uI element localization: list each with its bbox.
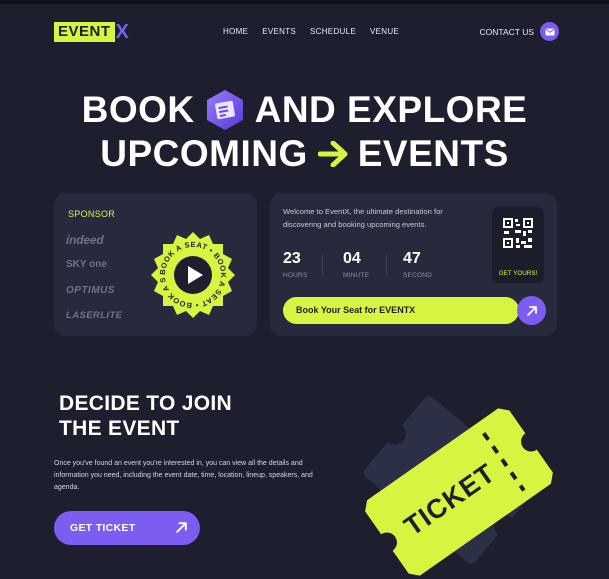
nav-venue[interactable]: VENUE	[370, 27, 399, 36]
seconds-label: SECOND	[403, 272, 433, 279]
decide-body: Once you've found an event you're intere…	[54, 460, 313, 491]
divider	[386, 255, 387, 277]
contact-us-label: CONTACT US	[479, 26, 534, 37]
hours-label: HOURS	[283, 272, 308, 279]
sponsor-logo-optimus: OPTIMUS	[66, 285, 116, 296]
top-strip	[0, 0, 609, 4]
decide-title: DECIDE TO JOIN THE EVENT	[59, 391, 232, 441]
contact-us-link[interactable]: CONTACT US	[480, 22, 559, 41]
nav-home[interactable]: HOME	[223, 27, 248, 36]
sponsor-logo-laserlite: LASERLITE	[66, 310, 123, 321]
sponsor-title: SPONSOR	[68, 209, 116, 219]
sponsor-logo-indeed: indeed	[66, 233, 104, 247]
qr-code-icon	[502, 217, 534, 249]
ticket-illustration: TICKET	[363, 396, 553, 576]
logo-event-text: EVENT	[54, 22, 115, 42]
hero-headline: BOOK AND EXPLORE UPCOMING EVENTS	[0, 88, 609, 176]
countdown-seconds: 47 SECOND	[403, 250, 432, 279]
get-ticket-label: GET TICKET	[70, 522, 136, 534]
seconds-value: 47	[403, 250, 421, 267]
sponsor-card: SPONSOR indeed SKY one OPTIMUS LASERLITE…	[54, 193, 257, 336]
minutes-value: 04	[343, 250, 361, 267]
logo[interactable]: EVENT X	[54, 22, 129, 42]
qr-code-panel[interactable]: GET YOURS!	[492, 207, 544, 283]
mail-icon[interactable]	[540, 22, 559, 41]
countdown-card: Welcome to EventX, the ultimate destinat…	[270, 193, 557, 336]
book-seat-button[interactable]: Book Your Seat for EVENTX	[283, 297, 519, 324]
nav-events[interactable]: EVENTS	[262, 27, 296, 36]
qr-label: GET YOURS!	[498, 270, 538, 277]
sponsor-logo-skyone: SKY one	[66, 259, 107, 270]
hero-word-book: BOOK	[81, 89, 195, 130]
book-a-seat-badge[interactable]: BOOK A SEAT • BOOK A SEAT • BOOK A SEAT …	[145, 223, 238, 320]
logo-x-text: X	[115, 21, 129, 43]
decide-title-line2: THE EVENT	[59, 417, 180, 440]
arrow-up-right-icon[interactable]	[517, 296, 546, 325]
main-nav: HOME EVENTS SCHEDULE VENUE	[223, 27, 399, 36]
minutes-label: MINUTE	[343, 272, 370, 279]
countdown-minutes: 04 MINUTE	[343, 250, 369, 279]
nav-schedule[interactable]: SCHEDULE	[310, 27, 356, 36]
hero-word-events: EVENTS	[357, 133, 509, 174]
hero-word-upcoming: UPCOMING	[100, 133, 308, 174]
welcome-text: Welcome to EventX, the ultimate destinat…	[283, 207, 443, 229]
get-ticket-button[interactable]: GET TICKET	[54, 511, 200, 545]
arrow-up-right-icon	[176, 522, 187, 533]
decide-title-line1: DECIDE TO JOIN	[59, 392, 233, 415]
divider	[322, 255, 323, 277]
countdown-hours: 23 HOURS	[283, 250, 307, 279]
ticket-icon	[203, 88, 247, 132]
hours-value: 23	[283, 250, 301, 267]
arrow-right-icon	[316, 137, 350, 171]
hero-word-and-explore: AND EXPLORE	[254, 89, 528, 130]
